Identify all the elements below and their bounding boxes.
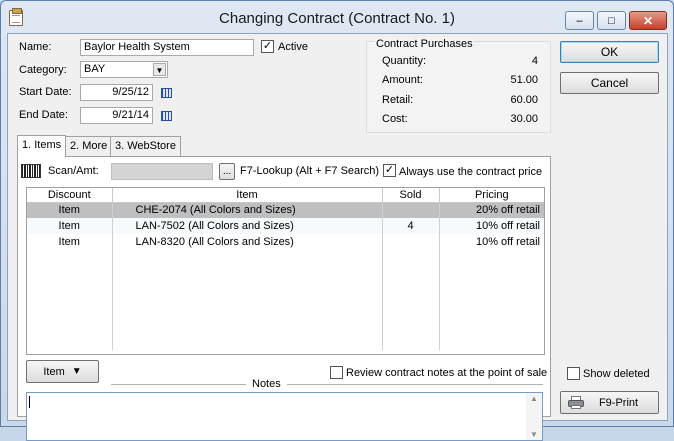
notes-scrollbar[interactable]: ▲ ▼ (526, 393, 542, 440)
tab-items[interactable]: 1. Items (17, 135, 67, 157)
lookup-ellipsis-button[interactable]: ... (219, 163, 235, 180)
review-notes-checkbox[interactable] (330, 366, 343, 379)
sold-cell (382, 202, 440, 218)
pricing-cell: 10% off retail (439, 218, 544, 234)
empty-row (27, 250, 544, 350)
pricing-cell: 20% off retail (439, 202, 544, 218)
item-menu-button[interactable]: Item ▼ (26, 360, 99, 383)
sold-cell (382, 234, 440, 250)
item-cell: LAN-8320 (All Colors and Sizes) (112, 234, 383, 250)
pricing-cell: 10% off retail (475, 236, 540, 248)
print-label: F9-Print (598, 396, 639, 409)
contract-window: Changing Contract (Contract No. 1) – □ ✕… (0, 0, 674, 441)
item-cell: LAN-7502 (All Colors and Sizes) (112, 218, 383, 234)
column-header-discount[interactable]: Discount (27, 188, 113, 203)
calendar-icon[interactable] (161, 88, 172, 98)
column-header-sold[interactable]: Sold (382, 188, 440, 203)
notes-divider (111, 384, 543, 385)
notes-textarea[interactable]: ▲ ▼ (26, 392, 543, 441)
discount-cell: Item (27, 202, 113, 218)
minimize-icon: – (576, 14, 583, 27)
name-field[interactable]: Baylor Health System (80, 39, 254, 56)
show-deleted-label: Show deleted (583, 368, 650, 380)
end-date-label: End Date: (19, 109, 68, 121)
text-caret (29, 396, 30, 408)
scroll-down-icon[interactable]: ▼ (530, 430, 538, 439)
dialog-body: Name: Baylor Health System ✓ Active Cate… (7, 33, 668, 441)
scan-amt-label: Scan/Amt: (48, 165, 99, 177)
show-deleted-checkbox[interactable] (567, 367, 580, 380)
retail-label: Retail: (382, 94, 414, 106)
end-date-field[interactable]: 9/21/14 (80, 107, 153, 124)
items-tab-panel: Scan/Amt: ... F7-Lookup (Alt + F7 Search… (17, 156, 551, 441)
notes-label: Notes (246, 378, 287, 390)
discount-cell: Item (27, 234, 113, 250)
category-label: Category: (19, 64, 67, 76)
table-row[interactable]: Item LAN-7502 (All Colors and Sizes) 4 1… (27, 218, 544, 234)
cancel-button[interactable]: Cancel (560, 72, 659, 94)
table-row[interactable]: Item LAN-8320 (All Colors and Sizes) 10%… (27, 234, 544, 250)
column-header-item[interactable]: Item (112, 188, 383, 203)
scan-amt-field[interactable] (111, 163, 213, 180)
start-date-field[interactable]: 9/25/12 (80, 84, 153, 101)
items-table: Discount Item Sold Pricing Item CHE-2074… (27, 188, 544, 350)
amount-label: Amount: (382, 74, 423, 86)
close-icon: ✕ (642, 13, 654, 28)
minimize-button[interactable]: – (565, 11, 594, 30)
category-select[interactable]: BAY ▼ (80, 61, 168, 78)
quantity-value: 4 (531, 55, 538, 67)
column-header-pricing[interactable]: Pricing (439, 188, 544, 203)
printer-icon (568, 396, 584, 409)
cost-label: Cost: (382, 113, 408, 125)
retail-value: 60.00 (510, 94, 538, 106)
chevron-down-icon[interactable]: ▼ (153, 63, 166, 76)
maximize-icon: □ (608, 14, 615, 27)
item-menu-label: Item (43, 365, 65, 378)
tab-more[interactable]: 2. More (65, 136, 113, 156)
quantity-label: Quantity: (382, 55, 427, 67)
cost-value: 30.00 (510, 113, 538, 125)
item-cell: CHE-2074 (All Colors and Sizes) (112, 202, 383, 218)
contract-purchases-title: Contract Purchases (375, 38, 474, 50)
ok-button[interactable]: OK (560, 41, 659, 63)
scroll-up-icon[interactable]: ▲ (530, 394, 538, 403)
barcode-icon (21, 164, 41, 178)
lookup-hint: F7-Lookup (Alt + F7 Search) (240, 165, 380, 177)
print-button[interactable]: F9-Print (560, 391, 659, 414)
always-use-contract-price-label: Always use the contract price (399, 166, 543, 178)
amount-value: 51.00 (510, 74, 538, 86)
name-label: Name: (19, 41, 52, 53)
sold-cell: 4 (382, 218, 440, 234)
always-use-contract-price-checkbox[interactable]: ✓ (383, 164, 396, 177)
active-label: Active (278, 41, 308, 53)
tab-webstore[interactable]: 3. WebStore (110, 136, 181, 156)
maximize-button[interactable]: □ (597, 11, 626, 30)
active-checkbox[interactable]: ✓ (261, 40, 274, 53)
table-header: Discount Item Sold Pricing (27, 188, 544, 203)
close-button[interactable]: ✕ (629, 11, 667, 30)
calendar-icon[interactable] (161, 111, 172, 121)
discount-cell: Item (27, 218, 113, 234)
dropdown-arrow-icon: ▼ (71, 366, 82, 377)
start-date-label: Start Date: (19, 86, 72, 98)
title-bar: Changing Contract (Contract No. 1) – □ ✕ (1, 1, 673, 35)
review-notes-label: Review contract notes at the point of sa… (346, 367, 548, 379)
contract-purchases-group: Contract Purchases Quantity: 4 Amount: 5… (366, 38, 551, 133)
table-row[interactable]: Item CHE-2074 (All Colors and Sizes) 20%… (27, 202, 544, 218)
items-grid: Discount Item Sold Pricing Item CHE-2074… (26, 187, 545, 355)
category-value: BAY (84, 63, 106, 75)
